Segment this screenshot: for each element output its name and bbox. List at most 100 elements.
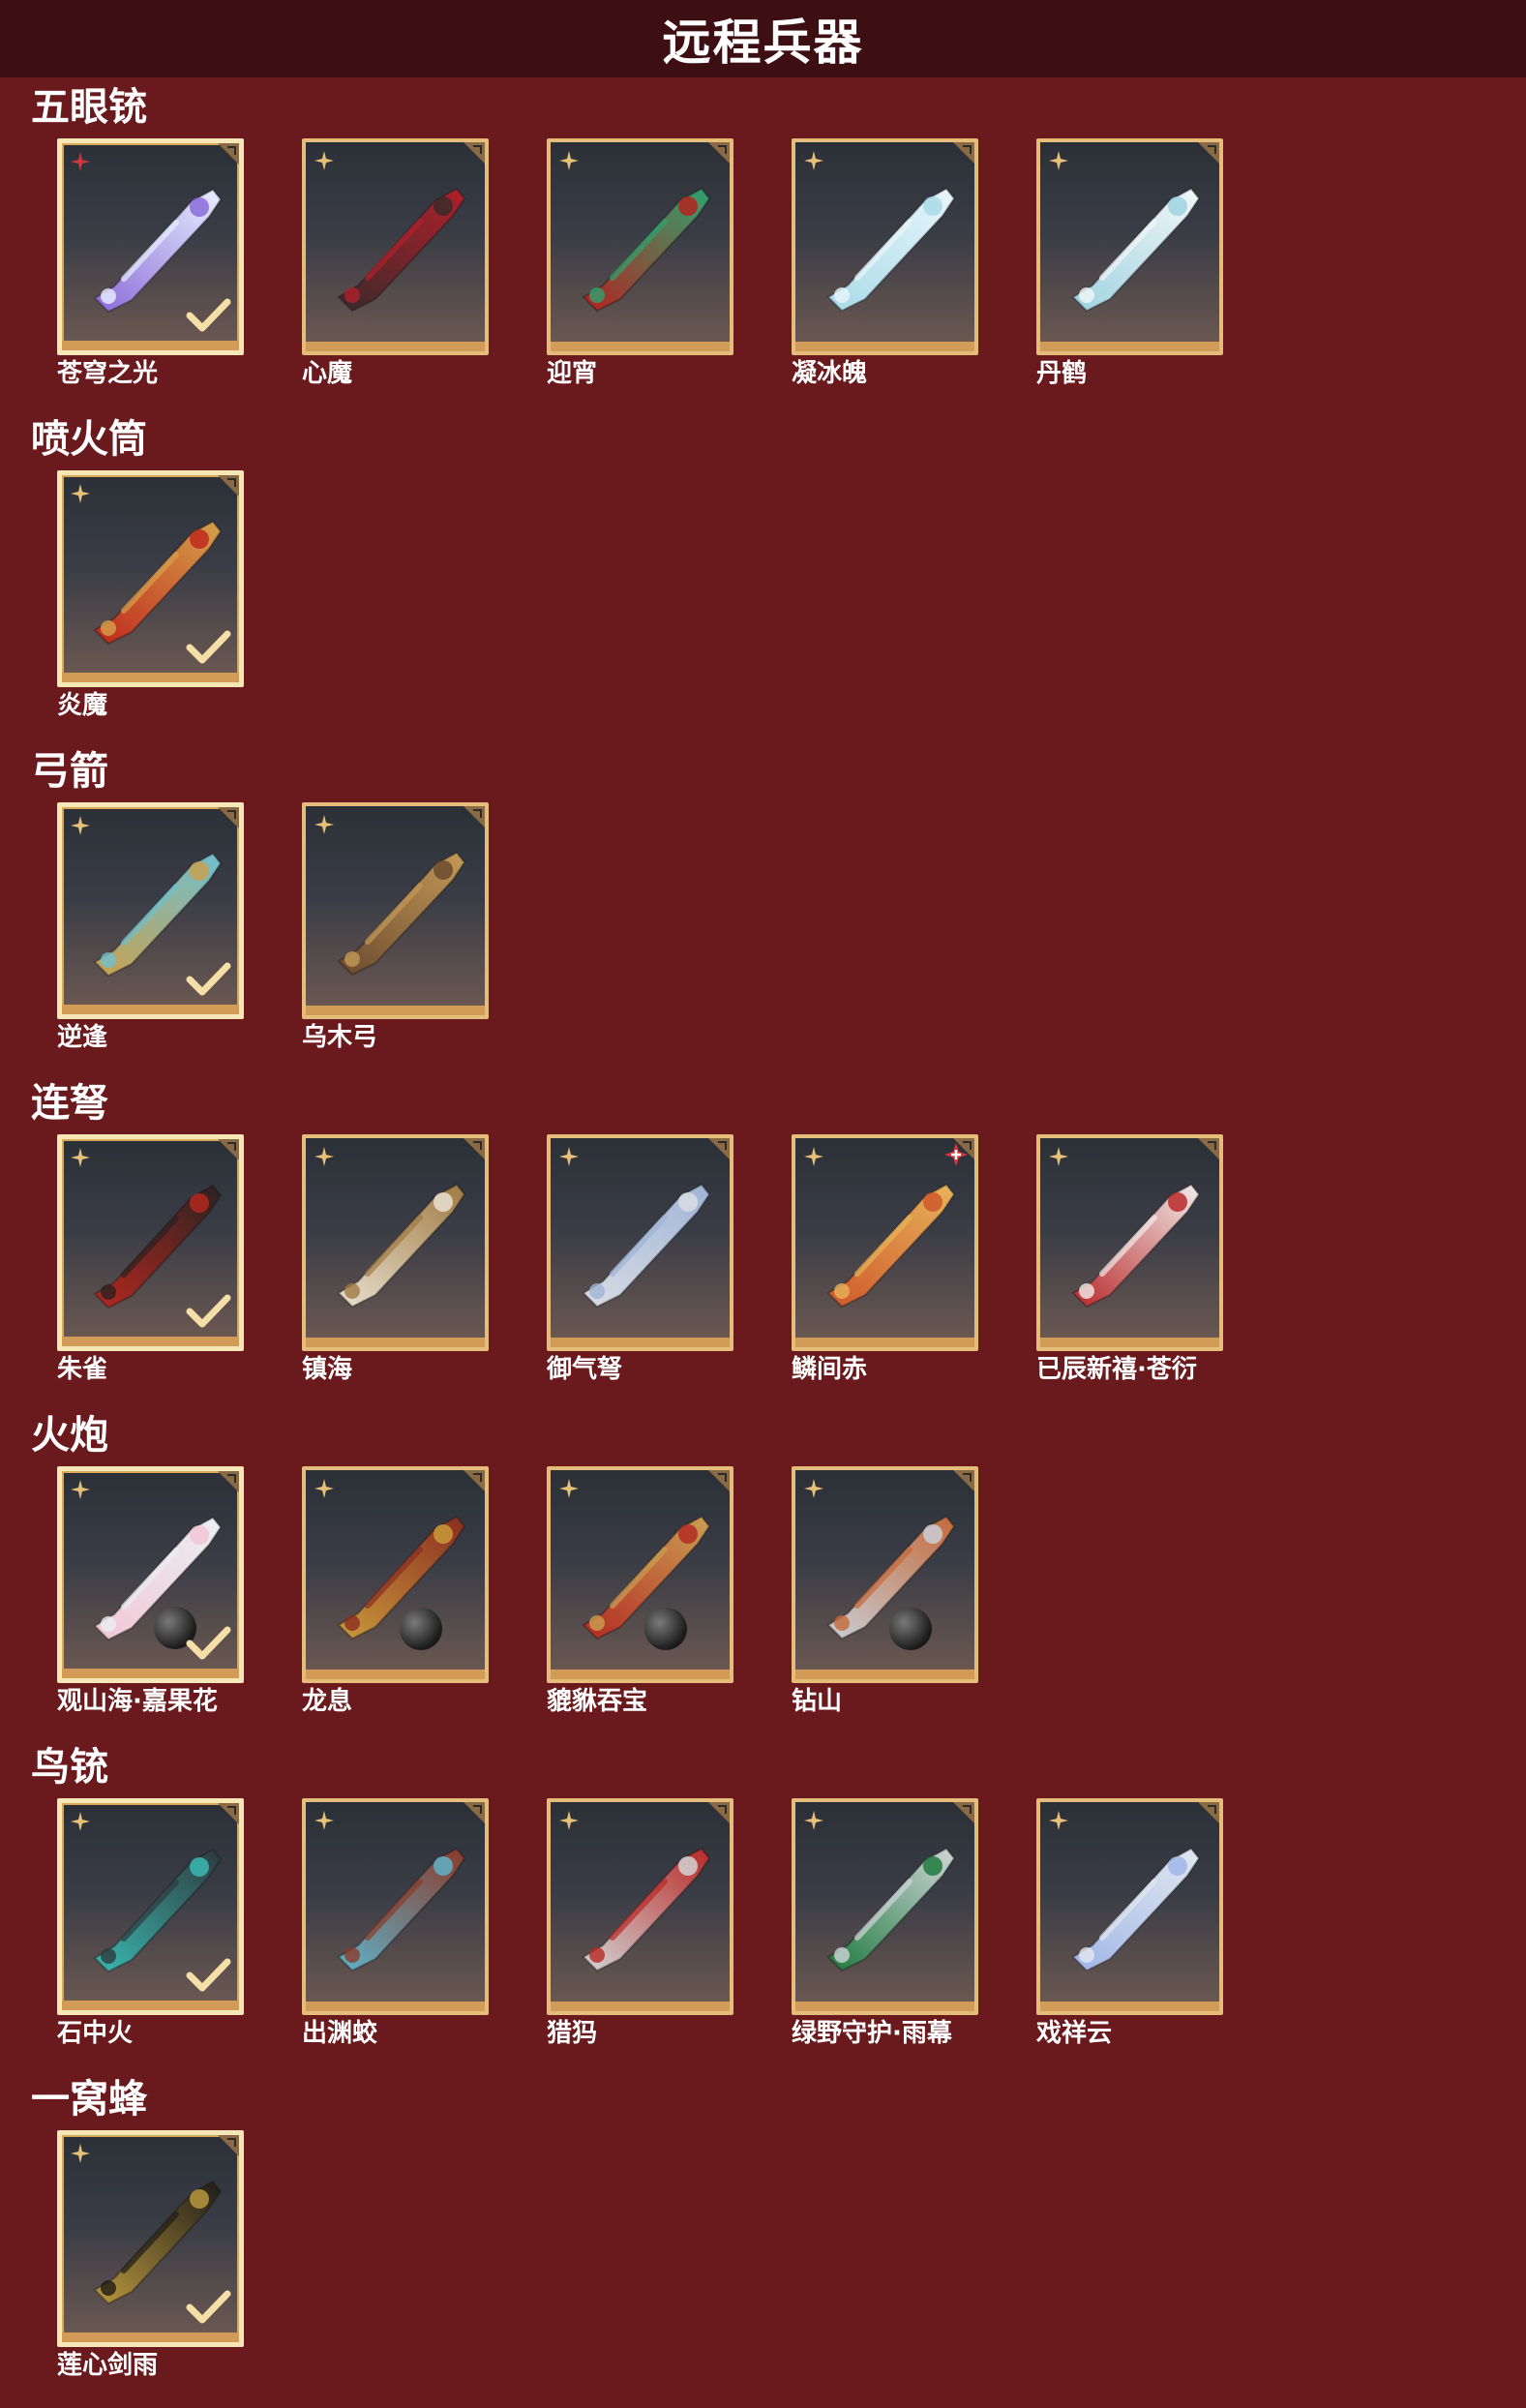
weapon-item[interactable]: 绿野守护·雨幕 — [792, 1798, 978, 2050]
section-title: 弓箭 — [31, 749, 108, 794]
gold-star-icon — [71, 484, 90, 503]
weapon-item[interactable]: 鳞间赤 — [792, 1134, 978, 1386]
gold-star-icon — [71, 1812, 90, 1831]
weapon-card[interactable] — [57, 2130, 244, 2347]
weapon-card[interactable] — [57, 1798, 244, 2015]
weapon-name: 出渊蛟 — [302, 2019, 378, 2048]
weapon-card[interactable] — [1036, 138, 1223, 355]
weapon-image — [337, 1847, 466, 1972]
weapon-item[interactable]: 丹鹤 — [1036, 138, 1223, 390]
weapon-item[interactable]: 御气弩 — [547, 1134, 733, 1386]
weapon-row: 朱雀 镇海 御气弩 鳞间赤 已辰新禧·苍衍 — [57, 1134, 1281, 1386]
weapon-item[interactable]: 迎宵 — [547, 138, 733, 390]
weapon-image — [582, 1515, 711, 1640]
weapon-item[interactable]: 逆逢 — [57, 802, 244, 1054]
weapon-card[interactable] — [547, 1134, 733, 1351]
rarity-band — [62, 2001, 239, 2010]
weapon-card[interactable] — [792, 1466, 978, 1683]
gold-star-icon — [71, 1480, 90, 1499]
weapon-card[interactable] — [547, 138, 733, 355]
weapon-item[interactable]: 龙息 — [302, 1466, 489, 1718]
weapon-card[interactable] — [57, 802, 244, 1019]
rarity-band — [62, 1337, 239, 1346]
rarity-band — [795, 1338, 974, 1347]
weapon-card[interactable] — [302, 802, 489, 1019]
weapon-item[interactable]: 凝冰魄 — [792, 138, 978, 390]
weapon-name: 炎魔 — [57, 691, 108, 720]
corner-tab-icon — [218, 475, 239, 497]
gold-star-icon — [314, 1811, 334, 1830]
weapon-item[interactable]: 貔貅吞宝 — [547, 1466, 733, 1718]
weapon-card[interactable] — [547, 1798, 733, 2015]
gold-star-icon — [71, 2144, 90, 2163]
weapon-item[interactable]: 出渊蛟 — [302, 1798, 489, 2050]
gold-star-icon — [314, 1147, 334, 1166]
weapon-image — [337, 1183, 466, 1309]
weapon-item[interactable]: 镇海 — [302, 1134, 489, 1386]
red-star-icon — [71, 152, 90, 171]
weapon-item[interactable]: 石中火 — [57, 1798, 244, 2050]
checkmark-icon — [186, 1626, 231, 1660]
weapon-card[interactable] — [57, 1466, 244, 1683]
weapon-card[interactable] — [302, 1798, 489, 2015]
rarity-band — [62, 1669, 239, 1678]
weapon-card[interactable] — [792, 1798, 978, 2015]
weapon-item[interactable]: 朱雀 — [57, 1134, 244, 1386]
corner-tab-icon — [464, 1470, 485, 1491]
weapon-row: 莲心剑雨 — [57, 2130, 302, 2382]
weapon-card[interactable] — [1036, 1134, 1223, 1351]
weapon-item[interactable]: 已辰新禧·苍衍 — [1036, 1134, 1223, 1386]
corner-tab-icon — [708, 1802, 730, 1823]
checkmark-icon — [186, 1294, 231, 1328]
gold-star-icon — [71, 1148, 90, 1167]
weapon-item[interactable]: 戏祥云 — [1036, 1798, 1223, 2050]
rarity-band — [795, 1670, 974, 1679]
weapon-card[interactable] — [57, 1134, 244, 1351]
weapon-card[interactable] — [302, 1134, 489, 1351]
weapon-item[interactable]: 心魔 — [302, 138, 489, 390]
weapon-item[interactable]: 炎魔 — [57, 470, 244, 722]
weapon-item[interactable]: 乌木弓 — [302, 802, 489, 1054]
gold-star-icon — [804, 1147, 823, 1166]
corner-tab-icon — [218, 1139, 239, 1160]
gold-star-icon — [1049, 1811, 1068, 1830]
rarity-band — [306, 1670, 485, 1679]
weapon-item[interactable]: 钻山 — [792, 1466, 978, 1718]
corner-tab-icon — [464, 142, 485, 164]
weapon-item[interactable]: 猎犸 — [547, 1798, 733, 2050]
weapon-name: 迎宵 — [547, 359, 598, 388]
weapon-card[interactable] — [792, 1134, 978, 1351]
corner-tab-icon — [708, 142, 730, 164]
weapon-name: 石中火 — [57, 2019, 134, 2048]
weapon-item[interactable]: 苍穹之光 — [57, 138, 244, 390]
weapon-item[interactable]: 莲心剑雨 — [57, 2130, 244, 2382]
weapon-card[interactable] — [1036, 1798, 1223, 2015]
weapon-card[interactable] — [302, 138, 489, 355]
weapon-image — [337, 1515, 466, 1640]
gold-star-icon — [804, 151, 823, 170]
weapon-card[interactable] — [57, 470, 244, 687]
weapon-name: 凝冰魄 — [792, 359, 868, 388]
corner-tab-icon — [464, 1138, 485, 1159]
gold-star-icon — [804, 1811, 823, 1830]
gold-star-icon — [314, 1479, 334, 1498]
weapon-image — [337, 851, 466, 977]
weapon-name: 御气弩 — [547, 1355, 623, 1384]
weapon-card[interactable] — [57, 138, 244, 355]
weapon-row: 逆逢 乌木弓 — [57, 802, 547, 1054]
weapon-name: 苍穹之光 — [57, 359, 159, 388]
weapon-card[interactable] — [547, 1466, 733, 1683]
weapon-card[interactable] — [302, 1466, 489, 1683]
checkmark-icon — [186, 1958, 231, 1992]
corner-tab-icon — [708, 1470, 730, 1491]
weapon-image — [826, 1183, 956, 1309]
gold-star-icon — [559, 151, 579, 170]
weapon-row: 观山海·嘉果花 龙息 貔貅吞宝 钻山 — [57, 1466, 1036, 1718]
weapon-card[interactable] — [792, 138, 978, 355]
weapon-image — [1071, 187, 1201, 313]
weapon-image — [1071, 1183, 1201, 1309]
corner-tab-icon — [464, 806, 485, 828]
section-title: 连弩 — [31, 1081, 108, 1126]
weapon-image — [826, 1515, 956, 1640]
weapon-item[interactable]: 观山海·嘉果花 — [57, 1466, 244, 1718]
